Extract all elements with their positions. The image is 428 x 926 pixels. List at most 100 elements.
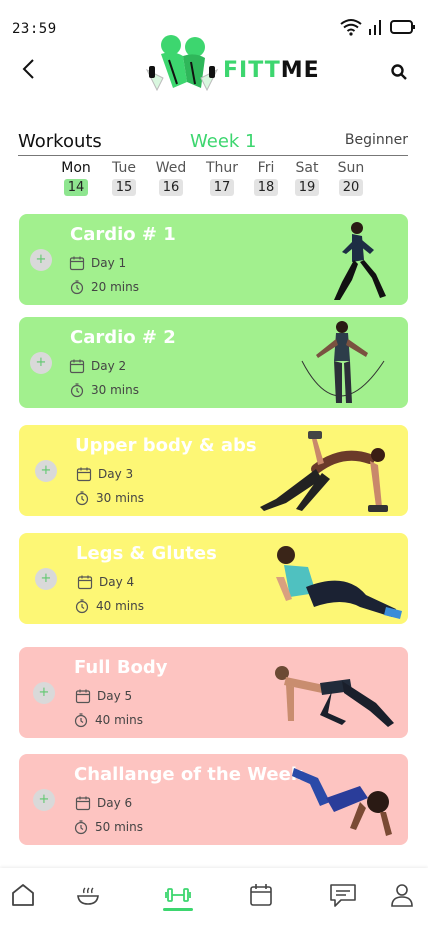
timer-icon <box>75 491 89 506</box>
timer-icon <box>74 713 88 728</box>
tab-home[interactable] <box>8 880 38 910</box>
day-name: Fri <box>257 160 275 176</box>
tab-meals[interactable] <box>73 880 103 910</box>
day-wed[interactable]: Wed 16 <box>151 160 191 196</box>
workout-duration: 30 mins <box>96 491 144 505</box>
workout-duration: 30 mins <box>91 383 139 397</box>
add-workout-button[interactable]: + <box>33 682 55 704</box>
workout-day: Day 5 <box>97 689 133 703</box>
workout-title: Cardio # 2 <box>70 327 176 348</box>
profile-icon <box>391 884 413 907</box>
timer-icon <box>70 383 84 398</box>
day-sun[interactable]: Sun 20 <box>331 160 371 196</box>
back-icon[interactable] <box>18 56 40 82</box>
workout-day: Day 1 <box>91 256 127 270</box>
day-name: Sun <box>337 160 365 176</box>
workout-title: Challange of the Week <box>74 764 303 785</box>
workout-day: Day 3 <box>98 467 134 481</box>
day-fri[interactable]: Fri 18 <box>246 160 286 196</box>
workout-day-row: Day 1 <box>69 255 126 271</box>
timer-icon <box>75 599 89 614</box>
day-date: 18 <box>253 179 279 196</box>
timer-icon <box>70 280 84 295</box>
day-date: 15 <box>111 179 137 196</box>
day-name: Tue <box>112 160 136 176</box>
workout-day-row: Day 2 <box>69 358 126 374</box>
workout-duration-row: 30 mins <box>69 382 139 398</box>
workout-card[interactable]: + Challange of the Week Day 6 50 mins <box>19 754 408 845</box>
calendar-icon <box>69 359 85 374</box>
plank-row-photo <box>260 431 388 512</box>
workout-duration: 20 mins <box>91 280 139 294</box>
glute-bridge-photo <box>276 546 402 619</box>
home-icon <box>12 884 34 906</box>
tab-profile[interactable] <box>387 880 417 910</box>
day-date: 20 <box>338 179 364 196</box>
day-name: Wed <box>155 160 187 176</box>
calendar-icon <box>69 256 85 271</box>
calendar-icon <box>250 884 272 906</box>
workout-duration-row: 50 mins <box>73 819 143 835</box>
tab-calendar[interactable] <box>246 880 276 910</box>
workout-day: Day 2 <box>91 359 127 373</box>
meal-icon <box>77 887 99 905</box>
bottom-tab-bar <box>0 868 428 926</box>
workout-title: Upper body & abs <box>75 435 257 456</box>
workout-day: Day 4 <box>99 575 135 589</box>
workout-day-row: Day 6 <box>75 795 132 811</box>
workout-day-row: Day 5 <box>75 688 132 704</box>
workout-duration: 40 mins <box>95 713 143 727</box>
workout-title: Legs & Glutes <box>76 543 217 564</box>
search-icon[interactable] <box>390 63 408 81</box>
workout-card[interactable]: + Cardio # 1 Day 1 20 mins <box>19 214 408 305</box>
add-workout-button[interactable]: + <box>30 352 52 374</box>
day-tue[interactable]: Tue 15 <box>104 160 144 196</box>
day-date: 19 <box>294 179 320 196</box>
add-workout-button[interactable]: + <box>35 460 57 482</box>
workout-duration-row: 40 mins <box>74 598 144 614</box>
fitness-logo-icon <box>145 35 219 92</box>
workout-card[interactable]: + Full Body Day 5 40 mins <box>19 647 408 738</box>
day-sat[interactable]: Sat 19 <box>287 160 327 196</box>
calendar-icon <box>75 796 91 811</box>
calendar-icon <box>77 575 93 590</box>
tab-messages[interactable] <box>328 880 358 910</box>
workout-duration: 50 mins <box>95 820 143 834</box>
day-date: 16 <box>158 179 184 196</box>
mountain-climber-photo <box>275 666 394 727</box>
workout-day-row: Day 3 <box>76 466 133 482</box>
workout-icon <box>165 888 191 902</box>
workout-title: Cardio # 1 <box>70 224 176 245</box>
day-name: Mon <box>61 160 91 176</box>
day-thur[interactable]: Thur 17 <box>202 160 242 196</box>
chat-icon <box>330 884 356 907</box>
workout-duration-row: 40 mins <box>73 712 143 728</box>
level-label[interactable]: Beginner <box>345 132 408 148</box>
workout-card[interactable]: + Cardio # 2 Day 2 30 mins <box>19 317 408 408</box>
day-name: Thur <box>205 160 239 176</box>
section-title: Workouts <box>18 131 102 152</box>
calendar-icon <box>75 689 91 704</box>
week-header: Workouts Week 1 Beginner <box>18 130 408 156</box>
workout-card[interactable]: + Legs & Glutes Day 4 40 mins <box>19 533 408 624</box>
day-date: 17 <box>209 179 235 196</box>
day-strip: Mon 14 Tue 15 Wed 16 Thur 17 Fri 18 Sat … <box>50 160 390 200</box>
workout-card[interactable]: + Upper body & abs Day 3 30 mins <box>19 425 408 516</box>
workout-day-row: Day 4 <box>77 574 134 590</box>
day-mon[interactable]: Mon 14 <box>56 160 96 196</box>
tab-workouts[interactable] <box>163 880 193 910</box>
week-label[interactable]: Week 1 <box>190 131 257 152</box>
add-workout-button[interactable]: + <box>33 789 55 811</box>
jump-rope-photo <box>301 321 385 403</box>
brand-me: ME <box>280 57 320 83</box>
add-workout-button[interactable]: + <box>35 568 57 590</box>
pushup-challenge-photo <box>292 768 392 836</box>
workout-duration: 40 mins <box>96 599 144 613</box>
workout-duration-row: 30 mins <box>74 490 144 506</box>
app-header: FITTME <box>0 30 428 100</box>
workout-day: Day 6 <box>97 796 133 810</box>
add-workout-button[interactable]: + <box>30 249 52 271</box>
day-name: Sat <box>295 160 319 176</box>
workout-duration-row: 20 mins <box>69 279 139 295</box>
runner-photo <box>334 222 386 300</box>
